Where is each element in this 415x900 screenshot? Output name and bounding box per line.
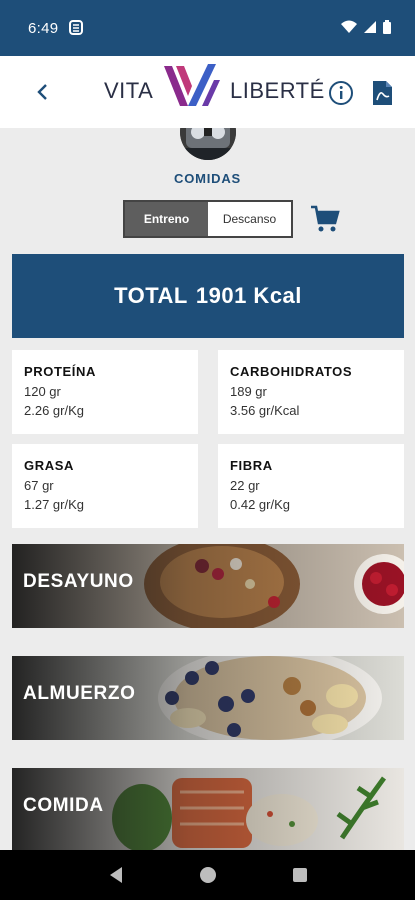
macro-grams: 22 gr [230,478,260,493]
toggle-training[interactable]: Entreno [125,202,208,236]
system-nav-bar [0,850,415,900]
meal-label: DESAYUNO [23,571,134,592]
nav-back-icon[interactable] [108,866,124,884]
signal-icon [364,21,376,33]
profile-avatar [180,128,236,160]
macro-grams: 67 gr [24,478,54,493]
macro-card-carbs: CARBOHIDRATOS 189 gr 3.56 gr/Kcal [218,350,404,434]
back-button[interactable] [28,78,56,106]
avatar-image-icon [180,128,236,160]
top-app-bar: VITA LIBERTÉ [0,56,415,128]
logo-mark-icon [164,64,220,106]
toggle-rest[interactable]: Descanso [208,202,291,236]
macro-ratio: 3.56 gr/Kcal [230,403,300,418]
system-icons [341,20,391,34]
macro-title: GRASA [24,458,74,473]
status-bar: 6:49 [0,0,415,56]
section-title: COMIDAS [174,171,241,186]
training-rest-toggle: Entreno Descanso [123,200,293,238]
macro-title: FIBRA [230,458,273,473]
meal-card-meal[interactable]: COMIDA [12,768,404,850]
shopping-cart-icon[interactable] [309,204,341,234]
macro-ratio: 2.26 gr/Kg [24,403,84,418]
total-calories-banner: TOTAL 1901 Kcal [12,254,404,338]
macro-title: PROTEÍNA [24,364,96,379]
chevron-left-icon [37,84,47,100]
app-notification-icon [69,20,83,35]
total-value: 1901 Kcal [195,283,302,308]
macro-grams: 189 gr [230,384,267,399]
total-label: TOTAL [114,283,188,308]
vita-liberte-logo: VITA LIBERTÉ [100,62,324,118]
macro-card-protein: PROTEÍNA 120 gr 2.26 gr/Kg [12,350,198,434]
info-icon[interactable] [328,80,354,106]
macro-card-fat: GRASA 67 gr 1.27 gr/Kg [12,444,198,528]
nav-home-icon[interactable] [199,866,217,884]
wifi-icon [341,20,357,33]
macro-ratio: 0.42 gr/Kg [230,497,290,512]
macro-title: CARBOHIDRATOS [230,364,353,379]
nav-recents-icon[interactable] [292,867,308,883]
macro-card-fiber: FIBRA 22 gr 0.42 gr/Kg [218,444,404,528]
meal-card-breakfast[interactable]: DESAYUNO [12,544,404,628]
meal-card-lunch[interactable]: ALMUERZO [12,656,404,740]
macro-grams: 120 gr [24,384,61,399]
meal-label: ALMUERZO [23,683,136,704]
logo-text-left: VITA [104,78,154,103]
pdf-icon[interactable] [370,80,394,106]
macro-ratio: 1.27 gr/Kg [24,497,84,512]
logo-text-right: LIBERTÉ [230,78,325,103]
meal-label: COMIDA [23,795,104,816]
main-content: COMIDAS Entreno Descanso TOTAL 1901 Kcal… [0,128,415,850]
battery-icon [383,20,391,34]
status-time: 6:49 [28,20,59,37]
